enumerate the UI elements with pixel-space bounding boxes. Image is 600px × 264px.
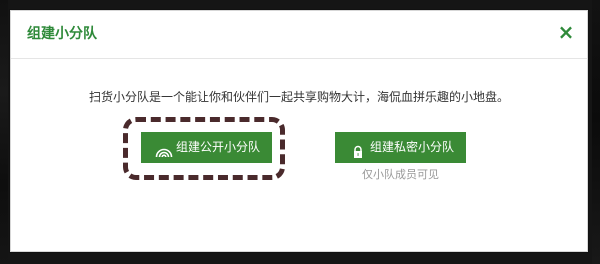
private-squad-note: 仅小队成员可见	[362, 168, 439, 181]
dialog-description: 扫货小分队是一个能让你和伙伴们一起共享购物大计，海侃血拼乐趣的小地盘。	[88, 90, 509, 104]
create-public-squad-button[interactable]: 组建公开小分队	[141, 132, 272, 163]
create-public-squad-label: 组建公开小分队	[176, 140, 261, 154]
create-private-squad-button[interactable]: 组建私密小分队	[335, 132, 466, 163]
dialog-title: 组建小分队	[27, 26, 97, 42]
create-private-squad-label: 组建私密小分队	[370, 140, 455, 154]
lock-icon	[349, 140, 367, 158]
background-page: 组建小分队 × 扫货小分队是一个能让你和伙伴们一起共享购物大计，海侃血拼乐趣的小…	[0, 0, 600, 264]
create-squad-dialog: 组建小分队 × 扫货小分队是一个能让你和伙伴们一起共享购物大计，海侃血拼乐趣的小…	[10, 10, 588, 252]
dialog-header: 组建小分队 ×	[11, 11, 587, 59]
signal-arcs-icon	[155, 140, 173, 158]
close-icon[interactable]: ×	[557, 22, 575, 42]
